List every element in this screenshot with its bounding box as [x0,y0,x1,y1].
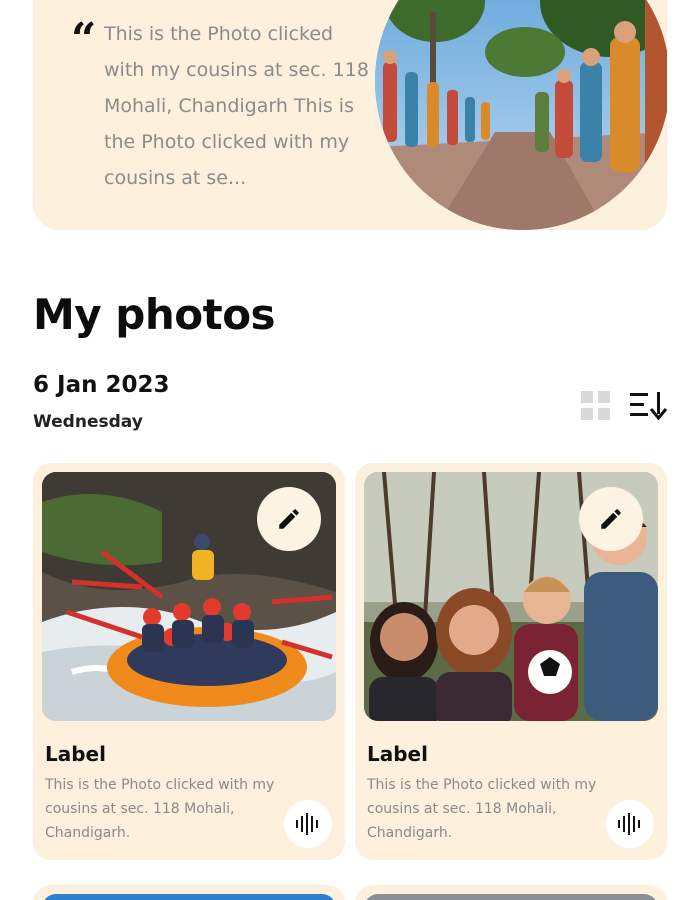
card-description: This is the Photo clicked with my cousin… [45,777,275,841]
photo-image-partial [42,894,336,900]
audio-wave-icon [296,813,318,835]
audio-button[interactable] [284,800,332,848]
sort-icon [630,392,668,421]
quote-icon: “ [71,14,97,65]
photo-card-partial[interactable] [33,885,345,900]
edit-button[interactable] [579,487,643,551]
audio-wave-icon [618,813,640,835]
photo-image[interactable] [42,472,336,721]
grid-view-icon [581,391,610,420]
section-title: My photos [33,290,276,339]
featured-quote-text: This is the Photo clicked with my cousin… [104,23,369,189]
pencil-icon [279,509,299,529]
grid-view-button[interactable] [579,389,612,422]
pencil-icon [601,509,621,529]
card-label: Label [367,742,428,766]
photo-card-partial[interactable] [355,885,667,900]
photo-card[interactable]: Label This is the Photo clicked with my … [33,463,345,860]
day-subheading: Wednesday [33,412,143,432]
rock-garden-image [375,0,667,230]
featured-memory-card[interactable]: “ This is the Photo clicked with my cous… [33,0,667,230]
card-description: This is the Photo clicked with my cousin… [367,777,597,841]
photo-image-partial [364,894,658,900]
audio-button[interactable] [606,800,654,848]
card-label: Label [45,742,106,766]
date-heading: 6 Jan 2023 [33,372,170,398]
photo-card[interactable]: Label This is the Photo clicked with my … [355,463,667,860]
edit-button[interactable] [257,487,321,551]
sort-button[interactable] [627,387,669,423]
featured-photo[interactable] [375,0,667,230]
photo-image[interactable] [364,472,658,721]
